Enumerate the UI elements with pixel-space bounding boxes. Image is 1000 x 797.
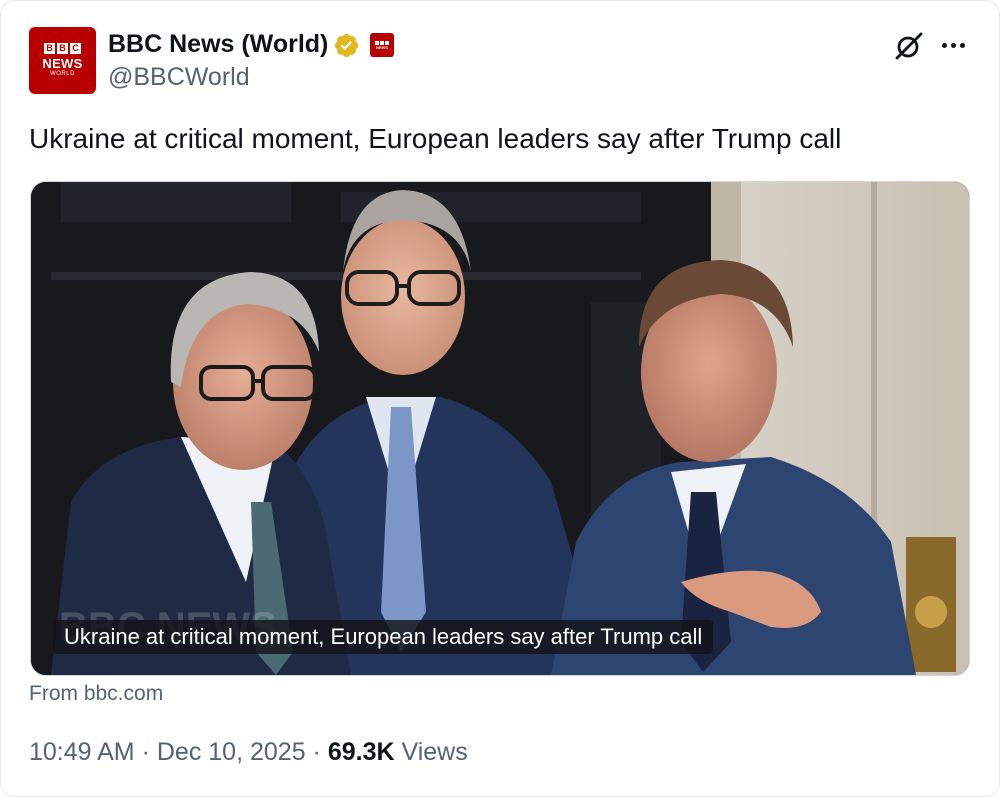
tweet-date[interactable]: Dec 10, 2025: [157, 738, 306, 766]
views-label: Views: [401, 738, 468, 766]
link-card-image[interactable]: BBC NEWS Ukraine at critical moment, Eur…: [30, 181, 970, 676]
verified-badge-icon[interactable]: [333, 32, 360, 59]
meta-separator: ·: [312, 738, 321, 766]
account-handle[interactable]: @BBCWorld: [108, 63, 250, 92]
bbc-affiliation-icon[interactable]: NEWS: [370, 33, 394, 57]
grok-icon[interactable]: [893, 30, 925, 62]
display-name[interactable]: BBC News (World): [108, 30, 328, 59]
news-photo: BBC NEWS: [31, 182, 969, 675]
tweet-metadata: 10:49 AM · Dec 10, 2025 · 69.3K Views: [29, 738, 468, 767]
avatar-world-text: WORLD: [50, 70, 75, 77]
meta-separator: ·: [141, 738, 150, 766]
card-caption: Ukraine at critical moment, European lea…: [53, 620, 714, 654]
tweet-text: Ukraine at critical moment, European lea…: [29, 123, 842, 154]
views-count[interactable]: 69.3K: [328, 738, 395, 766]
more-dots-icon[interactable]: [938, 30, 968, 60]
avatar-news-text: NEWS: [42, 55, 83, 71]
bbc-logo: BBC: [44, 42, 81, 54]
tweet-time[interactable]: 10:49 AM: [29, 738, 135, 766]
avatar[interactable]: BBC NEWS WORLD: [29, 27, 96, 94]
link-source[interactable]: From bbc.com: [29, 682, 163, 706]
